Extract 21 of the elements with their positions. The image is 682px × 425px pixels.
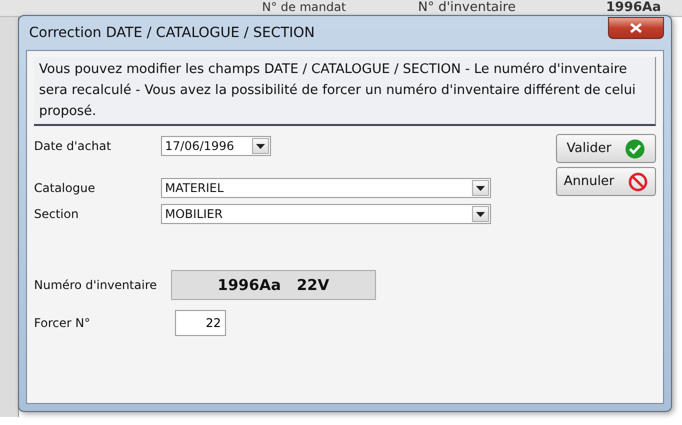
catalogue-dropdown[interactable]: MATERIEL [161,178,491,198]
force-number-field[interactable]: 22 [175,310,226,336]
field-label: Numéro d'inventaire [34,278,157,292]
inventory-number-field: 1996Aa 22V [170,270,376,300]
close-icon [630,23,642,33]
checkmark-icon [625,138,646,158]
background-label: 1996Aa [606,0,662,15]
cancel-button[interactable]: Annuler [556,167,656,196]
field-label: Catalogue [34,181,96,195]
field-label: Section [34,207,80,221]
section-dropdown[interactable]: MOBILIER [161,204,491,224]
window-title: Correction DATE / CATALOGUE / SECTION [28,25,315,41]
background-label: N° de mandat [262,0,346,15]
field-label: Date d'achat [34,139,112,153]
validate-button[interactable]: Valider [556,134,656,163]
background-label: N° d'inventaire [418,0,516,15]
date-field[interactable]: 17/06/1996 [161,136,271,156]
field-label: Forcer N° [34,316,92,330]
close-button[interactable] [608,17,664,39]
info-text: Vous pouvez modifier les champs DATE / CATALOGUE / SECTION - Le numéro d'inventaire sera recalculé - Vous avez la possibilité de forcer un numéro d'inventaire différent de celui proposé. [34,57,656,126]
prohibited-icon [628,172,648,192]
